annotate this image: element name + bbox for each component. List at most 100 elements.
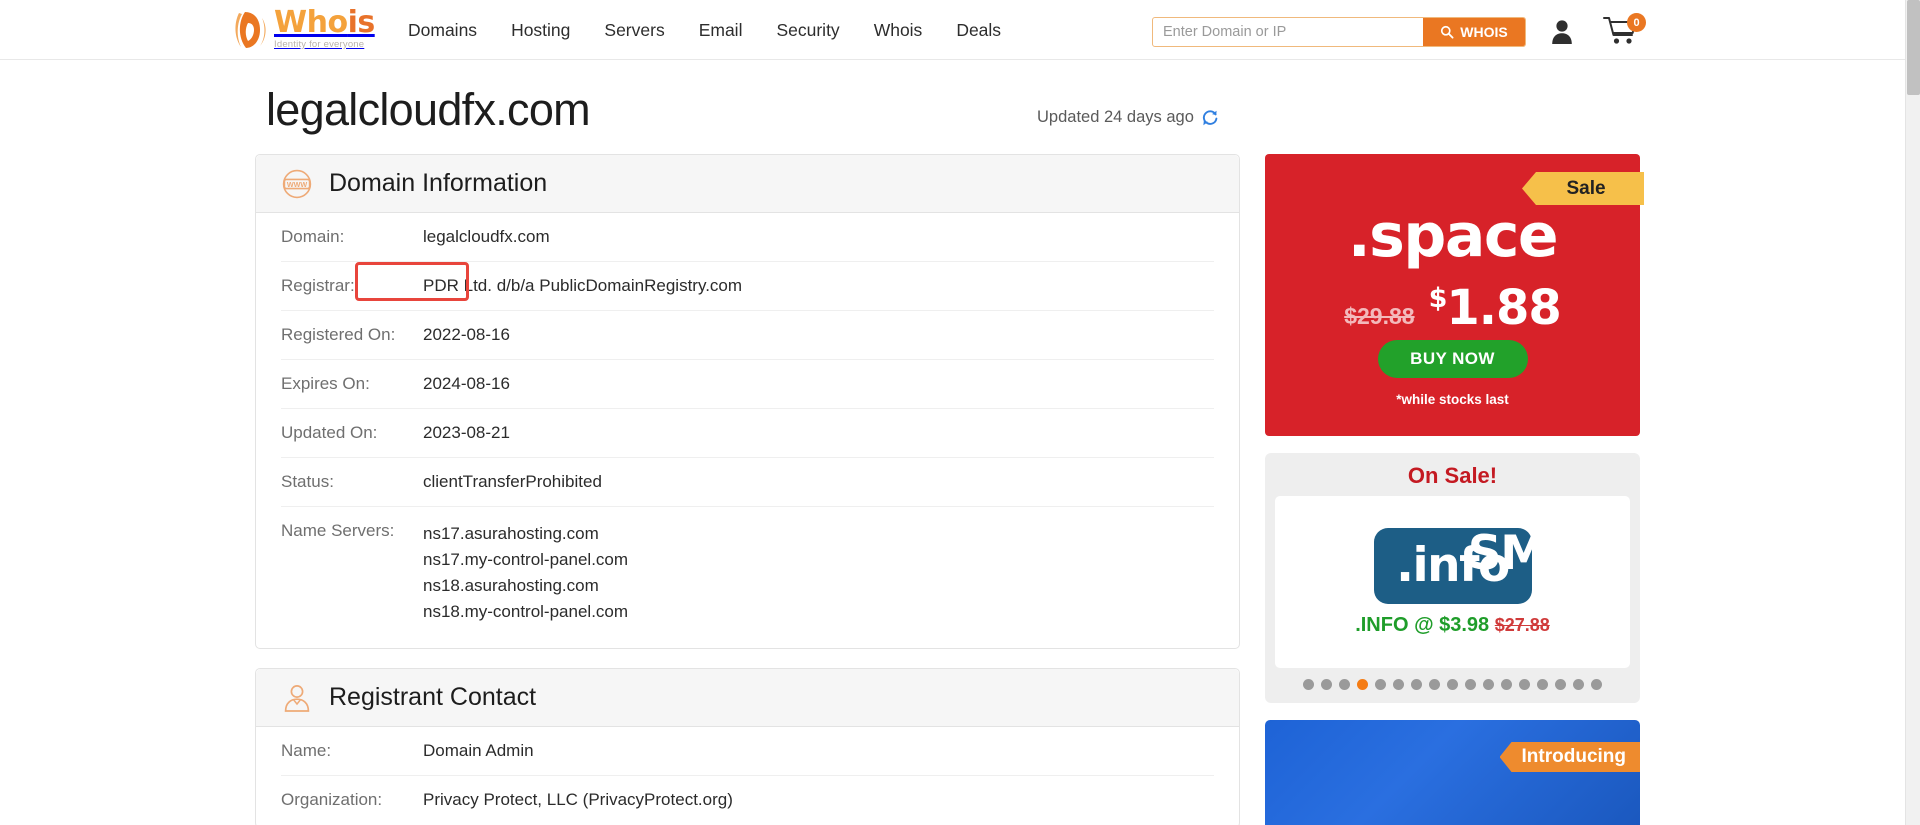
site-logo[interactable]: Whois Identity for everyone xyxy=(232,8,375,50)
svg-text:WWW: WWW xyxy=(287,180,308,189)
carousel-dot[interactable] xyxy=(1411,679,1422,690)
table-row: Domain: legalcloudfx.com xyxy=(281,213,1214,262)
introducing-promo-banner[interactable]: Introducing xyxy=(1265,720,1640,825)
row-value: PDR Ltd. d/b/a PublicDomainRegistry.com xyxy=(423,276,742,296)
table-row: Updated On: 2023-08-21 xyxy=(281,409,1214,458)
row-key: Organization: xyxy=(281,790,423,810)
carousel-dot[interactable] xyxy=(1393,679,1404,690)
nav-item-email[interactable]: Email xyxy=(699,20,743,41)
domain-information-card-title: Domain Information xyxy=(329,169,547,198)
info-price-line: .INFO @ $3.98 $27.88 xyxy=(1355,614,1550,637)
space-new-price: $1.88 xyxy=(1429,280,1561,336)
search-input[interactable] xyxy=(1153,18,1423,46)
introducing-ribbon: Introducing xyxy=(1500,742,1640,772)
row-key: Domain: xyxy=(281,227,423,247)
carousel-dot[interactable] xyxy=(1483,679,1494,690)
carousel-dot[interactable] xyxy=(1357,679,1368,690)
carousel-dot[interactable] xyxy=(1339,679,1350,690)
row-key: Status: xyxy=(281,472,423,492)
row-key: Registrar: xyxy=(281,276,423,296)
space-disclaimer: *while stocks last xyxy=(1265,392,1640,407)
registrant-contact-card-body: Name: Domain Admin Organization: Privacy… xyxy=(256,727,1239,825)
www-globe-icon: WWW xyxy=(281,168,313,200)
nav-item-hosting[interactable]: Hosting xyxy=(511,20,570,41)
name-servers-list: ns17.asurahosting.com ns17.my-control-pa… xyxy=(423,521,628,625)
page-scrollbar[interactable] xyxy=(1905,0,1920,825)
row-value: Privacy Protect, LLC (PrivacyProtect.org… xyxy=(423,790,733,810)
table-row: Name: Domain Admin xyxy=(281,727,1214,776)
name-server-item: ns18.my-control-panel.com xyxy=(423,599,628,625)
buy-now-button[interactable]: BUY NOW xyxy=(1378,340,1528,378)
row-value: legalcloudfx.com xyxy=(423,227,550,247)
row-value: 2024-08-16 xyxy=(423,374,510,394)
domain-search-box: WHOIS xyxy=(1152,17,1526,47)
nav-item-security[interactable]: Security xyxy=(776,20,839,41)
logo-word-part2: is xyxy=(348,5,375,40)
name-server-item: ns18.asurahosting.com xyxy=(423,573,628,599)
name-server-item: ns17.asurahosting.com xyxy=(423,521,628,547)
sidebar-ads: Sale .space $29.88 $1.88 BUY NOW *while … xyxy=(1265,154,1640,825)
table-row-name-servers: Name Servers: ns17.asurahosting.com ns17… xyxy=(281,507,1214,629)
registrant-contact-card-title: Registrant Contact xyxy=(329,683,536,712)
table-row-registered-on: Registered On: 2022-08-16 xyxy=(281,311,1214,360)
nav-item-whois[interactable]: Whois xyxy=(874,20,923,41)
carousel-dot[interactable] xyxy=(1519,679,1530,690)
carousel-dot[interactable] xyxy=(1303,679,1314,690)
domain-information-card: WWW Domain Information Domain: legalclou… xyxy=(255,154,1240,649)
on-sale-slide[interactable]: .info SM .INFO @ $3.98 $27.88 xyxy=(1275,496,1630,668)
site-header: Whois Identity for everyone Domains Host… xyxy=(0,0,1905,60)
space-old-price: $29.88 xyxy=(1344,303,1414,330)
carousel-dot[interactable] xyxy=(1591,679,1602,690)
on-sale-title: On Sale! xyxy=(1275,463,1630,489)
space-price-line: $29.88 $1.88 xyxy=(1265,280,1640,336)
logo-text: Whois Identity for everyone xyxy=(274,8,375,50)
carousel-dot[interactable] xyxy=(1537,679,1548,690)
row-key: Expires On: xyxy=(281,374,423,394)
registrant-contact-card: Registrant Contact Name: Domain Admin Or… xyxy=(255,668,1240,825)
carousel-dot[interactable] xyxy=(1375,679,1386,690)
updated-label: Updated 24 days ago xyxy=(1037,108,1194,127)
logo-word-part1: Who xyxy=(274,5,348,40)
logo-tagline: Identity for everyone xyxy=(274,40,375,50)
carousel-dot[interactable] xyxy=(1321,679,1332,690)
row-key: Name: xyxy=(281,741,423,761)
carousel-dot[interactable] xyxy=(1573,679,1584,690)
space-tld-label: .space xyxy=(1265,201,1640,271)
scrollbar-thumb[interactable] xyxy=(1907,0,1920,95)
table-row: Organization: Privacy Protect, LLC (Priv… xyxy=(281,776,1214,825)
table-row: Expires On: 2024-08-16 xyxy=(281,360,1214,409)
info-old-price: $27.88 xyxy=(1495,615,1550,635)
carousel-dot[interactable] xyxy=(1429,679,1440,690)
domain-information-card-body: Domain: legalcloudfx.com Registrar: PDR … xyxy=(256,213,1239,629)
carousel-dot[interactable] xyxy=(1447,679,1458,690)
user-account-icon[interactable] xyxy=(1551,18,1573,44)
info-tld-logo-sup: SM xyxy=(1468,530,1546,577)
registrant-contact-card-header: Registrant Contact xyxy=(256,669,1239,727)
carousel-dot[interactable] xyxy=(1465,679,1476,690)
row-key: Name Servers: xyxy=(281,521,423,541)
name-server-item: ns17.my-control-panel.com xyxy=(423,547,628,573)
carousel-dot[interactable] xyxy=(1555,679,1566,690)
whois-search-button[interactable]: WHOIS xyxy=(1423,18,1525,46)
carousel-dot[interactable] xyxy=(1501,679,1512,690)
registrant-person-icon xyxy=(281,682,313,714)
nav-item-deals[interactable]: Deals xyxy=(956,20,1001,41)
refresh-icon[interactable] xyxy=(1201,109,1219,127)
updated-status: Updated 24 days ago xyxy=(1037,108,1219,127)
whois-logo-icon xyxy=(232,10,270,50)
carousel-dots xyxy=(1275,679,1630,690)
nav-item-domains[interactable]: Domains xyxy=(408,20,477,41)
row-value: Domain Admin xyxy=(423,741,534,761)
page-title: legalcloudfx.com xyxy=(266,84,590,136)
table-row: Registrar: PDR Ltd. d/b/a PublicDomainRe… xyxy=(281,262,1214,311)
whois-lookup-page: Whois Identity for everyone Domains Host… xyxy=(0,0,1920,825)
row-value: 2023-08-21 xyxy=(423,423,510,443)
space-tld-promo-banner[interactable]: Sale .space $29.88 $1.88 BUY NOW *while … xyxy=(1265,154,1640,436)
currency-symbol: $ xyxy=(1429,283,1447,314)
whois-search-button-label: WHOIS xyxy=(1460,24,1507,40)
info-sale-price: .INFO @ $3.98 xyxy=(1355,614,1489,636)
row-key: Registered On: xyxy=(281,325,423,345)
row-value: clientTransferProhibited xyxy=(423,472,602,492)
nav-item-servers[interactable]: Servers xyxy=(604,20,664,41)
table-row: Status: clientTransferProhibited xyxy=(281,458,1214,507)
